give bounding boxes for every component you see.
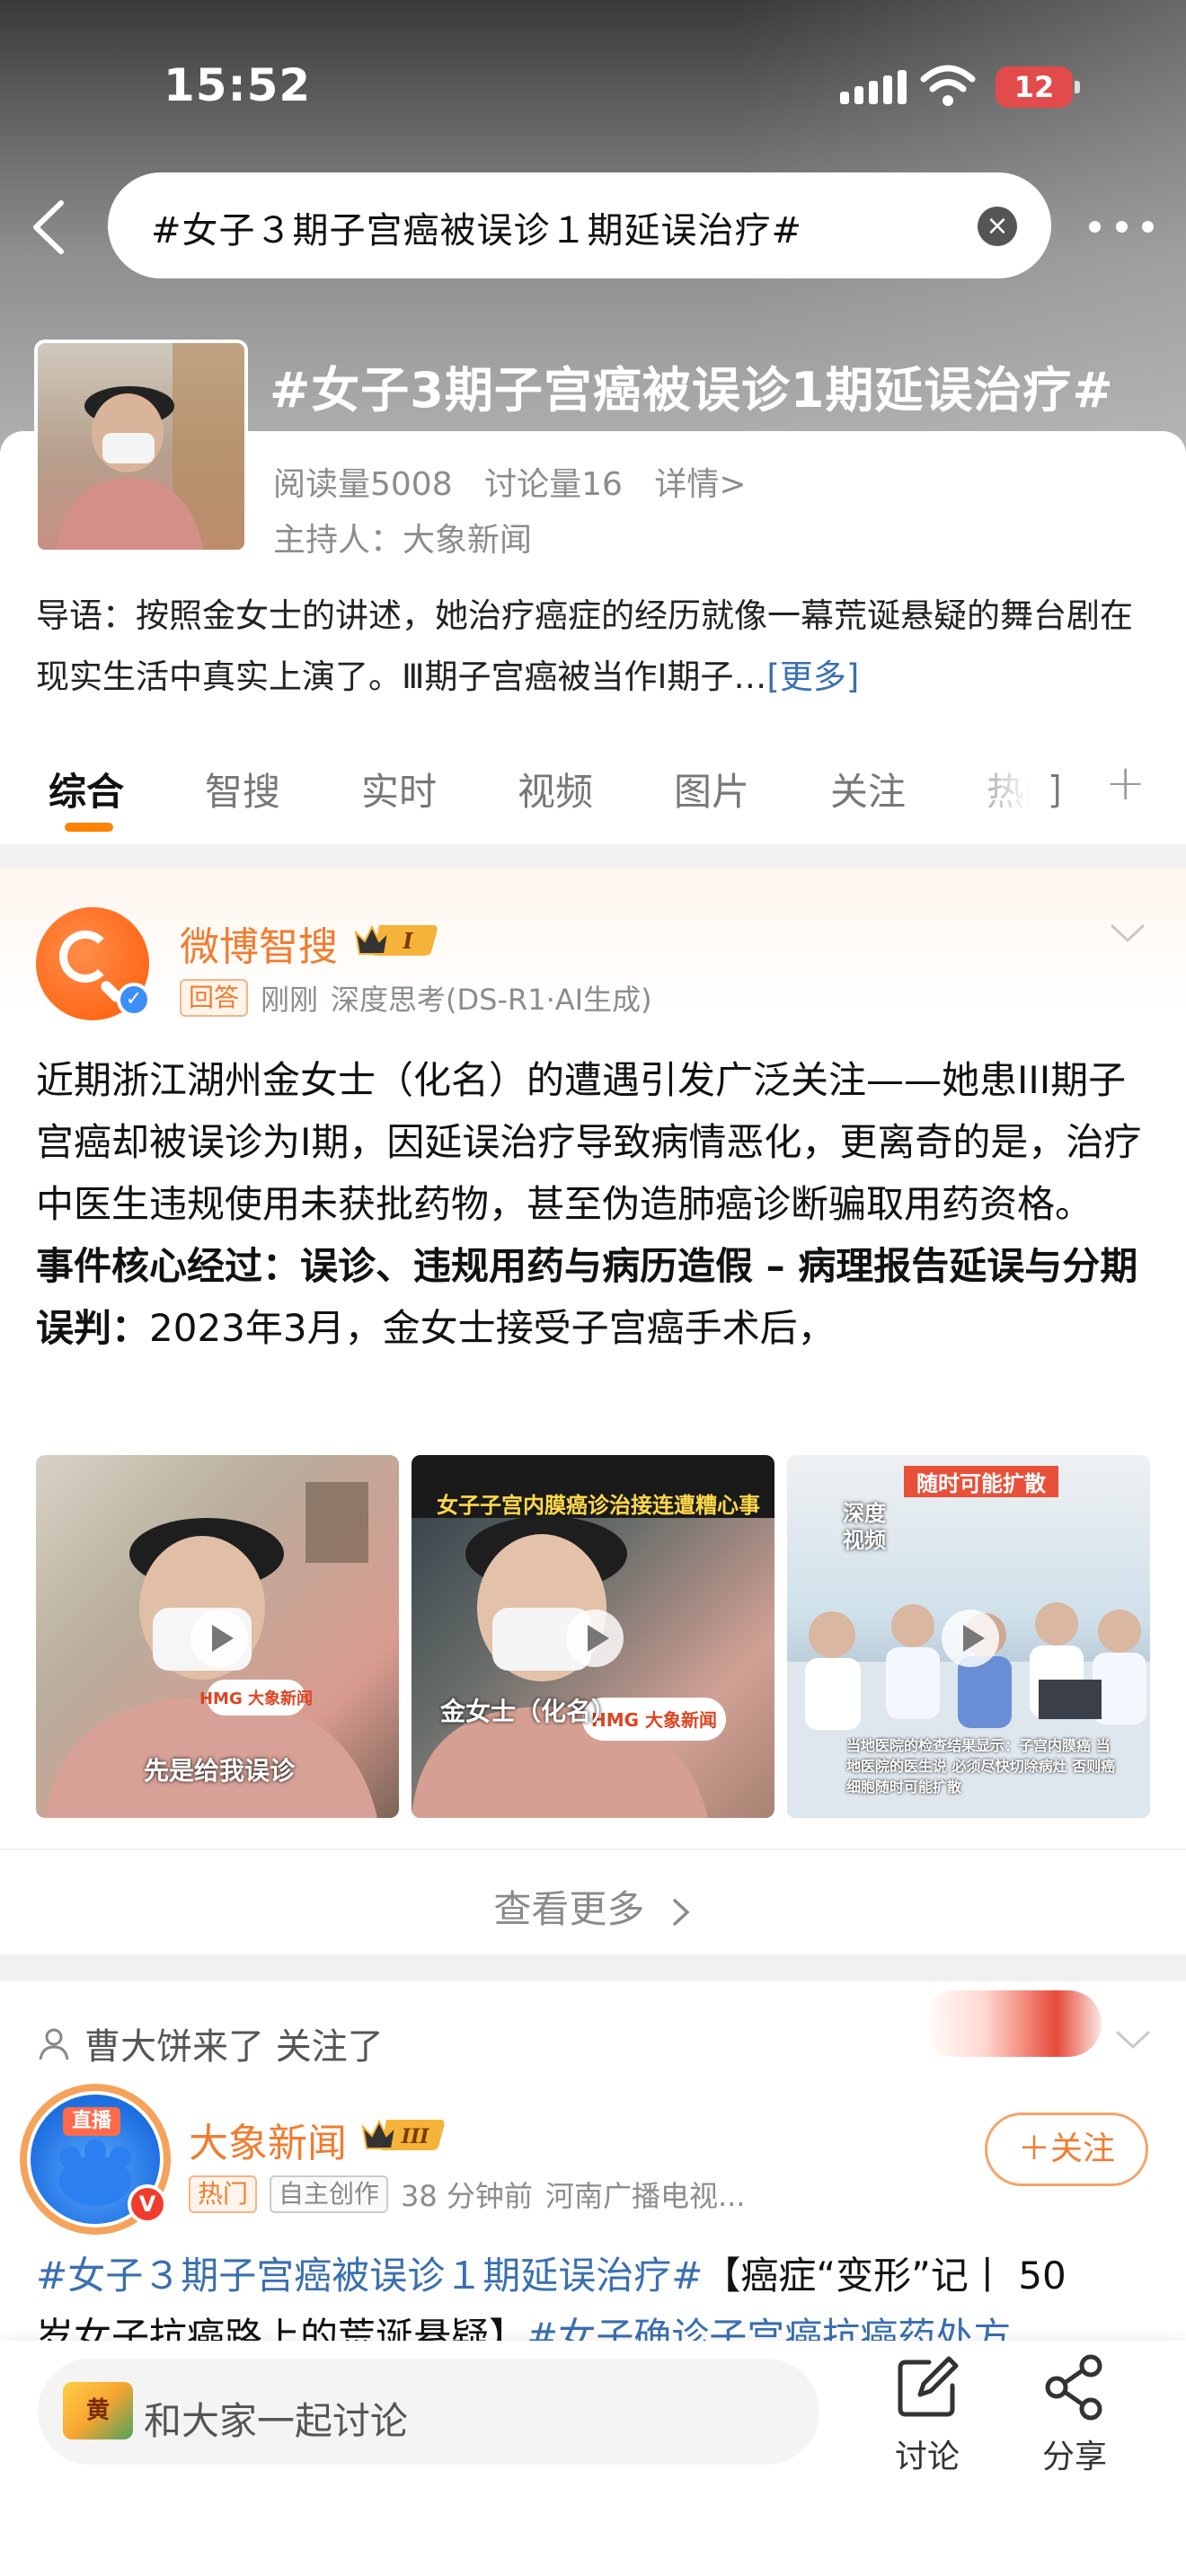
post-source: 河南广播电视... bbox=[544, 2179, 746, 2213]
tab-images[interactable]: 图片 bbox=[674, 762, 749, 816]
post-time: 38 分钟前 bbox=[401, 2179, 533, 2213]
thumb-logo: HMG 大象新闻 bbox=[199, 1689, 313, 1708]
tab-video[interactable]: 视频 bbox=[518, 762, 593, 816]
topic-title: #女子3期子宫癌被误诊1期延误治疗# bbox=[270, 362, 1114, 419]
level-badge: I bbox=[402, 928, 413, 954]
video-thumbnail[interactable]: HMG 大象新闻 先是给我误诊 bbox=[36, 1455, 399, 1818]
wifi-icon bbox=[920, 65, 976, 106]
share-icon bbox=[1045, 2354, 1102, 2421]
share-label: 分享 bbox=[1041, 2439, 1107, 2475]
tab-smart-search[interactable]: 智搜 bbox=[205, 762, 280, 816]
comment-placeholder: 和大家一起讨论 bbox=[144, 2399, 409, 2443]
tab-comprehensive[interactable]: 综合 bbox=[49, 762, 124, 816]
hot-tag: 热门 bbox=[189, 2175, 258, 2213]
topic-stats: 阅读量5008 讨论量16 详情> bbox=[273, 458, 768, 505]
topic-host: 主持人：大象新闻 bbox=[273, 522, 533, 559]
ai-search-avatar[interactable]: ✓ bbox=[36, 907, 151, 1020]
news-avatar[interactable]: 直播 V bbox=[20, 2084, 171, 2235]
member-crown-icon: I bbox=[354, 924, 438, 956]
discuss-label: 讨论 bbox=[894, 2439, 960, 2475]
intro-more-link[interactable]: [更多] bbox=[766, 657, 859, 696]
verified-icon: ✓ bbox=[117, 983, 151, 1017]
post-meta: 热门 自主创作 38 分钟前 河南广播电视... bbox=[189, 2174, 745, 2215]
answer-body: 近期浙江湖州金女士（化名）的遭遇引发广泛关注——她患III期子宫癌却被误诊为I期… bbox=[36, 1058, 1142, 1226]
see-more-button[interactable]: 查看更多 bbox=[0, 1879, 1186, 1934]
post-meta: 回答 刚刚 深度思考(DS-R1·AI生成) bbox=[180, 977, 652, 1019]
topic-intro: 导语：按照金女士的讲述，她治疗癌症的经历就像一幕荒诞悬疑的舞台剧在现实生活中真实… bbox=[36, 586, 1150, 708]
follow-note-text: 曹大饼来了 关注了 bbox=[84, 2026, 384, 2068]
discussion-count: 讨论量16 bbox=[484, 466, 623, 503]
thumb-top-caption: 随时可能扩散 bbox=[904, 1466, 1058, 1497]
author-name[interactable]: 大象新闻 bbox=[189, 2111, 347, 2168]
add-tab-icon[interactable]: + bbox=[1105, 754, 1146, 811]
verified-v-icon: V bbox=[128, 2184, 167, 2224]
post-title-text: 【癌症“变形”记丨 50 bbox=[703, 2254, 1067, 2298]
battery-icon: 12 bbox=[996, 66, 1080, 108]
read-count: 阅读量5008 bbox=[273, 466, 453, 503]
status-time: 15:52 bbox=[164, 59, 312, 111]
back-icon[interactable] bbox=[23, 196, 77, 259]
thumb-caption: 先是给我误诊 bbox=[144, 1756, 296, 1786]
active-tab-indicator bbox=[65, 823, 113, 832]
discuss-button[interactable]: 讨论 bbox=[873, 2353, 981, 2477]
chevron-right-icon bbox=[672, 1898, 690, 1926]
follow-button[interactable]: ＋关注 bbox=[985, 2113, 1148, 2186]
chevron-down-icon[interactable] bbox=[1114, 2028, 1152, 2051]
intro-text: 导语：按照金女士的讲述，她治疗癌症的经历就像一幕荒诞悬疑的舞台剧在现实生活中真实… bbox=[36, 596, 1133, 696]
clear-icon[interactable]: × bbox=[978, 207, 1017, 246]
share-button[interactable]: 分享 bbox=[1021, 2353, 1128, 2477]
video-thumbnail[interactable]: 随时可能扩散 深度视频 当地医院的检查结果显示：子宫内膜癌 当地医院的医生说 必… bbox=[787, 1455, 1150, 1818]
thumb-top-caption: 女子子宫内膜癌诊治接连遭糟心事 bbox=[437, 1493, 760, 1518]
mascot-icon: 黄 bbox=[63, 2382, 133, 2439]
post-time: 刚刚 bbox=[261, 983, 319, 1017]
hashtag-link[interactable]: #女子３期子宫癌被误诊１期延误治疗# bbox=[36, 2254, 703, 2298]
tab-following[interactable]: 关注 bbox=[830, 762, 906, 816]
tab-realtime[interactable]: 实时 bbox=[361, 762, 437, 816]
answer-continuation: 2023年3月，金女士接受子宫癌手术后， bbox=[149, 1306, 836, 1350]
thumb-caption: 当地医院的检查结果显示：子宫内膜癌 当地医院的医生说 必须尽快切除病灶 否则癌细… bbox=[846, 1737, 1116, 1795]
topic-image bbox=[34, 340, 248, 553]
tab-fade bbox=[952, 754, 1051, 826]
play-icon bbox=[942, 1610, 999, 1667]
member-crown-icon: III bbox=[361, 2119, 445, 2150]
play-icon bbox=[190, 1610, 248, 1667]
edit-icon bbox=[898, 2356, 959, 2417]
video-thumbnail[interactable]: HMG 大象新闻 女子子宫内膜癌诊治接连遭糟心事 金女士（化名） bbox=[412, 1455, 774, 1818]
search-query: #女子３期子宫癌被误诊１期延误治疗# bbox=[151, 210, 803, 251]
see-more-label: 查看更多 bbox=[493, 1887, 645, 1931]
person-icon bbox=[39, 2028, 69, 2060]
signal-icon bbox=[840, 70, 907, 104]
follow-note: 曹大饼来了 关注了 bbox=[36, 2017, 384, 2069]
thumb-side-caption: 深度视频 bbox=[843, 1501, 886, 1553]
answer-text[interactable]: 近期浙江湖州金女士（化名）的遭遇引发广泛关注——她患III期子宫癌却被误诊为I期… bbox=[36, 1049, 1150, 1359]
original-tag: 自主创作 bbox=[270, 2175, 389, 2213]
answer-tag: 回答 bbox=[180, 979, 249, 1017]
more-icon[interactable] bbox=[1089, 208, 1154, 244]
author-name[interactable]: 微博智搜 bbox=[180, 914, 338, 972]
banner-decoration bbox=[922, 1990, 1102, 2057]
details-link[interactable]: 详情> bbox=[654, 466, 746, 503]
thumb-caption: 金女士（化名） bbox=[440, 1697, 617, 1726]
post-source: 深度思考(DS-R1·AI生成) bbox=[331, 983, 652, 1017]
play-icon bbox=[566, 1610, 624, 1667]
level-badge: III bbox=[401, 2125, 430, 2148]
chevron-down-icon[interactable] bbox=[1109, 922, 1146, 945]
